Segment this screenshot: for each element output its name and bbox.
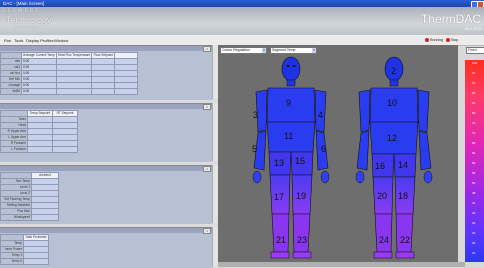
zone-label-10: 10 [387,98,397,108]
zone-label-13: 13 [274,158,284,168]
window-title: DAC - [Main Screen] [3,1,45,6]
zone-label-11: 11 [284,131,293,141]
zone-label-6: 6 [321,144,326,154]
zone-label-17: 17 [274,192,284,202]
zone-label-19: 19 [296,191,306,201]
window-title-bar: DAC - [Main Screen] [0,0,484,8]
zone-label-2: 2 [391,66,396,76]
temperature-color-scale: 100 96 92 88 84 80 76 72 68 64 60 56 52 … [465,60,484,262]
logo-line1: ELEMENT [3,9,41,14]
zone-label-20: 20 [377,191,387,201]
perimeter-table: Total Perimeter Temp Inner Power Temp 1 … [0,234,49,265]
zone-21[interactable] [271,213,290,253]
ambient-table: Ambient Sec Temp Level 1 Level 2 Set Fan… [0,172,59,221]
zone-label-21: 21 [276,235,286,245]
panel-close-button[interactable]: × [203,166,211,172]
zone-label-16: 16 [375,161,385,171]
brand-title: ThermDAC [420,12,481,26]
table-row: Temp 2 [0,258,49,265]
zone-24[interactable] [374,213,393,253]
logo-line3: SOFTWARE [15,25,39,29]
zone-label-15: 15 [295,156,305,166]
red-dot-icon [446,38,450,43]
menu-run[interactable]: Run [4,38,11,43]
temperature-panel: × Average Current Temp Heat Flux Tempera… [0,45,212,100]
left-panel-area: × Average Current Temp Heat Flux Tempera… [0,45,218,268]
zone-label-18: 18 [398,191,408,201]
perimeter-panel: × Total Perimeter Temp Inner Power Temp … [0,227,212,268]
app-banner [0,7,484,35]
zone-label-9: 9 [286,98,291,108]
zone-label-4: 4 [318,110,323,120]
table-row: Windspeed [0,214,59,221]
menu-tools[interactable]: Tools [14,38,23,43]
zone-label-14: 14 [398,160,408,170]
canvas-status-bar [218,262,465,267]
panel-close-button[interactable]: × [203,46,211,52]
red-dot-icon [425,38,429,43]
zone-label-5: 5 [252,144,257,154]
scale-fixed-button[interactable]: Fixed [466,47,484,54]
setpoint-table: Temp Setpoint RT Setpoint Torso Head R U… [0,110,78,153]
zone-22[interactable] [395,213,414,253]
stop-indicator[interactable]: Stop [446,37,458,43]
zone-label-23: 23 [297,235,307,245]
temperature-table: Average Current Temp Heat Flux Temperatu… [0,52,139,95]
running-indicator: Running [425,37,443,43]
zone-label-22: 22 [400,235,410,245]
version-label: v8.1.12.0 [464,26,481,31]
manikin-diagram: 3 4 5 6 9 11 13 15 17 19 21 23 1 2 10 12 [252,56,433,259]
panel-close-button[interactable]: × [203,228,211,234]
zone-label-12: 12 [387,133,397,143]
zone-label-24: 24 [379,235,389,245]
ambient-panel: × Ambient Sec Temp Level 1 Level 2 Set F… [0,165,212,224]
zone-23[interactable] [292,213,311,253]
logo-line2: Technology [6,15,52,25]
front-manikin: 3 4 5 6 9 11 13 15 17 19 21 23 [252,56,330,259]
menu-window[interactable]: Window [54,38,68,43]
table-row: ImBrl 0.00 [0,88,139,95]
table-row: L Forearm [0,146,78,153]
zone-1[interactable] [281,56,301,82]
back-manikin: 1 2 10 12 16 14 20 18 24 22 [355,56,433,259]
menu-display-profiles[interactable]: Display Profiles [26,38,54,43]
zone-label-3: 3 [253,110,258,120]
setpoint-panel: × Temp Setpoint RT Setpoint Torso Head R… [0,103,212,162]
panel-close-button[interactable]: × [203,104,211,110]
